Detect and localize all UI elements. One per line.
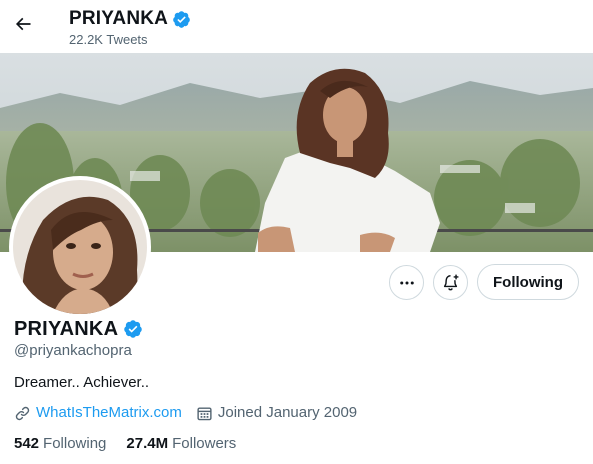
profile-bio: Dreamer.. Achiever.. <box>14 374 150 391</box>
link-icon <box>15 406 30 420</box>
verified-badge-icon <box>124 320 142 338</box>
more-options-button[interactable] <box>389 265 424 300</box>
notifications-button[interactable] <box>433 265 468 300</box>
followers-label: Followers <box>172 435 237 452</box>
profile-name: PRIYANKA <box>14 318 119 340</box>
website-link[interactable]: WhatIsTheMatrix.com <box>36 403 182 423</box>
tweet-count: 22.2K Tweets <box>69 32 148 47</box>
profile-meta-row: WhatIsTheMatrix.com Joined January 2009 <box>14 403 357 423</box>
following-button[interactable]: Following <box>477 264 579 300</box>
arrow-left-icon <box>15 17 31 31</box>
bell-plus-icon <box>443 274 459 291</box>
back-button[interactable] <box>10 11 36 37</box>
profile-name-row: PRIYANKA <box>14 317 143 341</box>
following-label: Following <box>43 435 107 452</box>
joined-item: Joined January 2009 <box>196 403 357 423</box>
following-count: 542 <box>14 435 40 452</box>
followers-count: 27.4M <box>126 435 169 452</box>
verified-badge-icon <box>173 10 190 28</box>
profile-avatar[interactable] <box>9 176 151 318</box>
profile-header-bar: PRIYANKA 22.2K Tweets <box>0 0 593 53</box>
website-item: WhatIsTheMatrix.com <box>14 403 182 423</box>
header-title: PRIYANKA <box>69 8 169 29</box>
calendar-icon <box>197 406 212 420</box>
followers-stat-link[interactable]: 27.4M Followers <box>126 434 236 454</box>
profile-handle: @priyankachopra <box>14 342 132 359</box>
following-stat-link[interactable]: 542 Following <box>14 434 106 454</box>
more-dots-icon <box>399 281 414 284</box>
joined-date: Joined January 2009 <box>217 404 358 421</box>
profile-stats-row: 542 Following 27.4M Followers <box>14 434 236 454</box>
header-title-block: PRIYANKA 22.2K Tweets <box>69 8 191 48</box>
